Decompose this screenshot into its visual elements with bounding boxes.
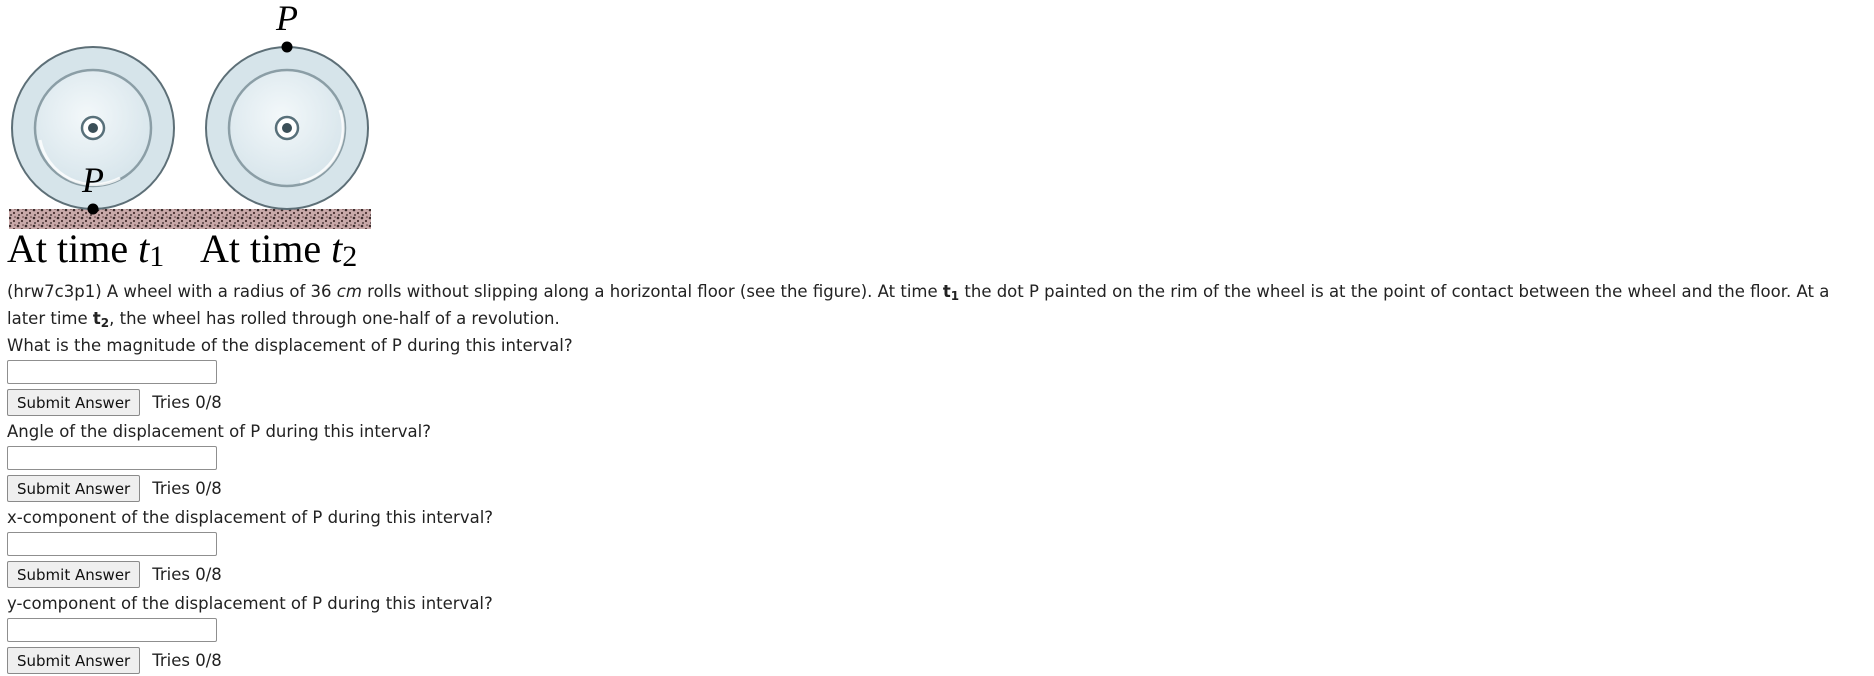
unit-cm: cm	[336, 282, 362, 301]
wheel-t2	[205, 41, 369, 210]
submit-button-magnitude[interactable]: Submit Answer	[7, 389, 141, 416]
problem-content: (hrw7c3p1) A wheel with a radius of 36 c…	[7, 278, 1867, 676]
wheel-figure: P P At time t1 At time t2	[0, 0, 380, 275]
t1-symbol: t1	[942, 282, 960, 303]
wheel-diagram: P P At time t1 At time t2	[7, 0, 371, 273]
tries-counter: Tries 0/8	[152, 651, 222, 670]
submit-button-angle[interactable]: Submit Answer	[7, 475, 141, 502]
question-angle: Angle of the displacement of P during th…	[7, 418, 1867, 504]
answer-input-angle[interactable]	[7, 446, 217, 470]
answer-input-x-component[interactable]	[7, 532, 217, 556]
answer-input-magnitude[interactable]	[7, 360, 217, 384]
tries-counter: Tries 0/8	[152, 479, 222, 498]
question-prompt: x-component of the displacement of P dur…	[7, 508, 494, 527]
answer-input-y-component[interactable]	[7, 618, 217, 642]
question-magnitude: What is the magnitude of the displacemen…	[7, 332, 1867, 418]
question-x-component: x-component of the displacement of P dur…	[7, 504, 1867, 590]
submit-button-x-component[interactable]: Submit Answer	[7, 561, 141, 588]
caption-t1: At time t1	[7, 226, 164, 273]
t2-symbol: t2	[92, 309, 110, 330]
submit-button-y-component[interactable]: Submit Answer	[7, 647, 141, 674]
tries-counter: Tries 0/8	[152, 393, 222, 412]
tries-counter: Tries 0/8	[152, 565, 222, 584]
question-prompt: y-component of the displacement of P dur…	[7, 594, 493, 613]
point-label-t2: P	[275, 0, 298, 38]
problem-statement: (hrw7c3p1) A wheel with a radius of 36 c…	[7, 282, 1830, 330]
caption-t2: At time t2	[200, 226, 357, 273]
question-prompt: What is the magnitude of the displacemen…	[7, 336, 573, 355]
point-label-t1: P	[81, 160, 104, 200]
question-y-component: y-component of the displacement of P dur…	[7, 590, 1867, 676]
question-prompt: Angle of the displacement of P during th…	[7, 422, 431, 441]
point-p-t1	[87, 203, 99, 215]
point-p-t2	[281, 41, 293, 53]
